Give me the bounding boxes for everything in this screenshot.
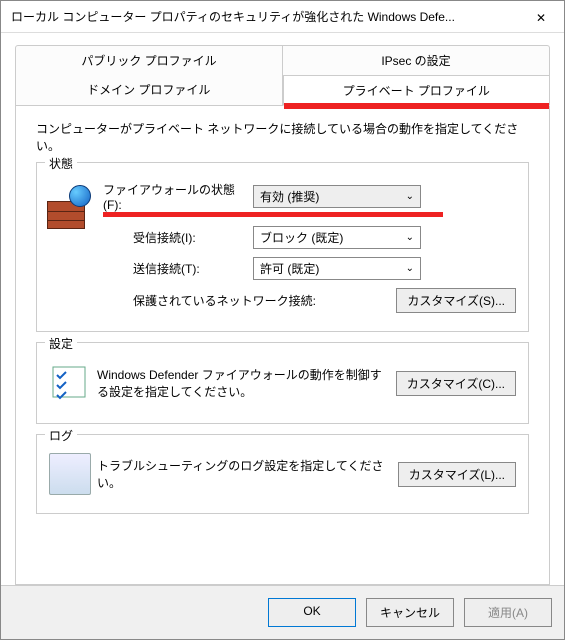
tab-domain-profile[interactable]: ドメイン プロファイル — [15, 75, 283, 106]
panel-description: コンピューターがプライベート ネットワークに接続している場合の動作を指定してくだ… — [36, 120, 529, 154]
chevron-down-icon: ⌄ — [406, 191, 414, 202]
outbound-select[interactable]: 許可 (既定) ⌄ — [253, 257, 421, 280]
titlebar: ローカル コンピューター プロパティのセキュリティが強化された Windows … — [1, 1, 564, 33]
checklist-icon — [49, 361, 93, 405]
dialog-footer: OK キャンセル 適用(A) — [1, 585, 564, 639]
close-icon: ✕ — [536, 11, 546, 25]
outbound-label: 送信接続(T): — [133, 260, 253, 277]
annotation-highlight — [103, 212, 443, 217]
group-log-title: ログ — [45, 427, 77, 444]
group-settings-title: 設定 — [45, 335, 77, 352]
firewall-state-label: ファイアウォールの状態(F): — [103, 181, 253, 212]
tab-ipsec-settings[interactable]: IPsec の設定 — [283, 45, 550, 75]
group-state: 状態 ファイアウォールの状態(F): 有効 (推奨) ⌄ — [36, 162, 529, 332]
group-log: ログ トラブルシューティングのログ設定を指定してください。 カスタマイズ(L).… — [36, 434, 529, 514]
chevron-down-icon: ⌄ — [406, 263, 414, 274]
dialog-window: ローカル コンピューター プロパティのセキュリティが強化された Windows … — [0, 0, 565, 640]
log-description: トラブルシューティングのログ設定を指定してください。 — [97, 457, 388, 491]
group-settings: 設定 Windows Defender ファイアウォールの動作を制御する設定を指… — [36, 342, 529, 424]
protected-networks-label: 保護されているネットワーク接続: — [133, 292, 333, 309]
customize-settings-button[interactable]: カスタマイズ(C)... — [396, 371, 516, 396]
annotation-highlight — [284, 103, 550, 109]
tab-private-profile[interactable]: プライベート プロファイル — [283, 75, 551, 106]
cancel-button[interactable]: キャンセル — [366, 598, 454, 627]
inbound-label: 受信接続(I): — [133, 229, 253, 246]
settings-description: Windows Defender ファイアウォールの動作を制御する設定を指定して… — [97, 366, 386, 400]
customize-log-button[interactable]: カスタマイズ(L)... — [398, 462, 516, 487]
window-title: ローカル コンピューター プロパティのセキュリティが強化された Windows … — [11, 8, 518, 25]
firewall-state-select[interactable]: 有効 (推奨) ⌄ — [253, 185, 421, 208]
inbound-select[interactable]: ブロック (既定) ⌄ — [253, 226, 421, 249]
ok-button[interactable]: OK — [268, 598, 356, 627]
chevron-down-icon: ⌄ — [406, 232, 414, 243]
content-area: パブリック プロファイル IPsec の設定 ドメイン プロファイル プライベー… — [1, 33, 564, 585]
apply-button[interactable]: 適用(A) — [464, 598, 552, 627]
notebook-icon — [49, 453, 91, 495]
group-state-title: 状態 — [45, 155, 77, 172]
tabs-row-bottom: ドメイン プロファイル プライベート プロファイル — [15, 75, 550, 106]
tab-public-profile[interactable]: パブリック プロファイル — [15, 45, 283, 75]
tabs-row-top: パブリック プロファイル IPsec の設定 — [15, 45, 550, 75]
firewall-icon — [47, 185, 91, 229]
close-button[interactable]: ✕ — [518, 1, 564, 33]
tab-panel: コンピューターがプライベート ネットワークに接続している場合の動作を指定してくだ… — [15, 106, 550, 585]
customize-networks-button[interactable]: カスタマイズ(S)... — [396, 288, 516, 313]
